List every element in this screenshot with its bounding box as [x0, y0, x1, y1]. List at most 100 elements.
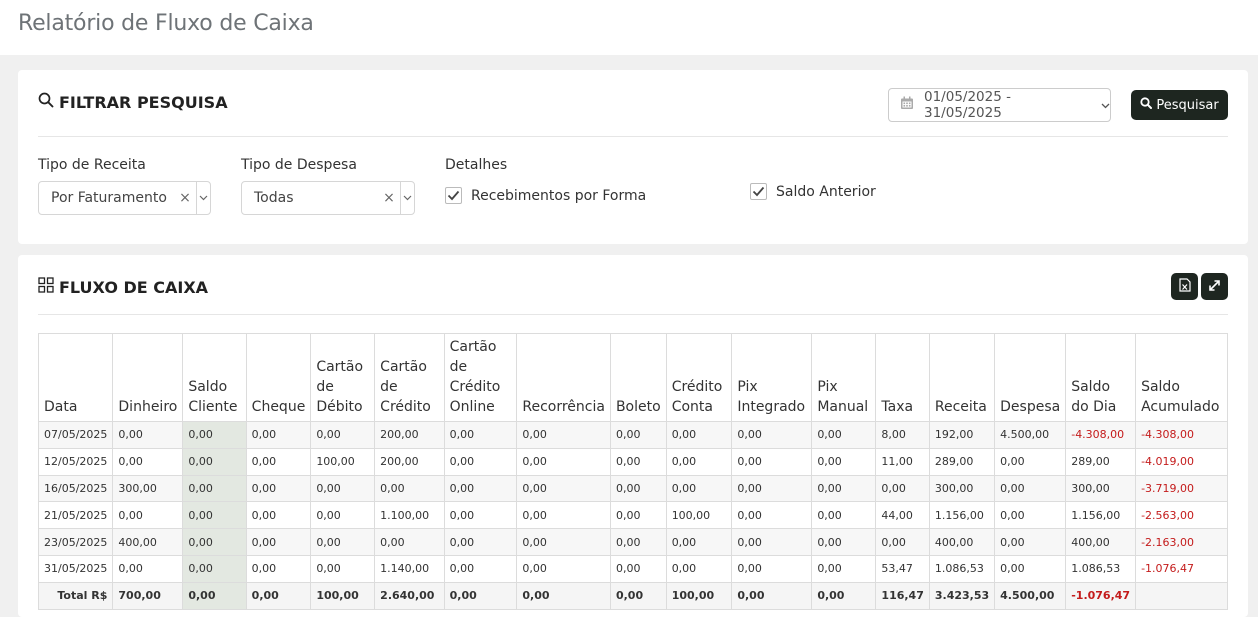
- column-header-line: de: [316, 379, 334, 395]
- table-cell: 31/05/2025: [37, 554, 114, 583]
- table-cell: -1.076,47: [1135, 554, 1228, 583]
- table-cell: 0,00: [609, 581, 667, 610]
- table-cell: 0,00: [182, 501, 247, 530]
- column-header-line: Online: [449, 399, 495, 415]
- table-cell: 0,00: [665, 447, 733, 476]
- table-cell: 0,00: [182, 421, 247, 449]
- table-cell: 0,00: [443, 501, 518, 530]
- table-cell: 400,00: [928, 528, 996, 556]
- column-header: Cartão de Crédito Online: [443, 333, 518, 422]
- table-cell: 2.640,00: [374, 581, 445, 610]
- table-cell: -3.719,00: [1135, 474, 1228, 503]
- recebimentos-label: Recebimentos por Forma: [471, 187, 647, 204]
- column-header: Saldo Cliente: [182, 333, 247, 422]
- column-header-line: Débito: [316, 399, 363, 415]
- column-header-line: Cheque: [251, 399, 306, 415]
- table-cell: [1135, 581, 1228, 610]
- chevron-down-icon: [1101, 97, 1110, 113]
- table-cell: 3.423,53: [928, 581, 996, 610]
- table-cell: 0,00: [374, 474, 445, 503]
- recebimentos-checkbox[interactable]: Recebimentos por Forma: [445, 187, 646, 204]
- column-header-line: do Dia: [1071, 399, 1117, 415]
- column-header-line: Cartão de: [449, 339, 497, 375]
- column-header: Despesa: [994, 333, 1067, 422]
- table-cell: 0,00: [665, 474, 733, 503]
- table-cell: 12/05/2025: [37, 447, 114, 476]
- column-header: Cartão de Crédito: [374, 333, 445, 422]
- table-cell: 0,00: [245, 581, 312, 610]
- table-cell: 0,00: [811, 447, 877, 476]
- grid-icon: [38, 277, 54, 297]
- chevron-down-icon[interactable]: [197, 195, 210, 201]
- column-header: Cheque: [245, 333, 312, 422]
- table-cell: 0,00: [516, 447, 611, 476]
- table-cell: 0,00: [443, 474, 518, 503]
- column-header-line: Conta: [671, 399, 713, 415]
- table-cell: 23/05/2025: [37, 528, 114, 556]
- table-cell: 53,47: [875, 554, 930, 583]
- table-cell: 0,00: [665, 554, 733, 583]
- table-cell: 0,00: [516, 581, 611, 610]
- table-cell: 0,00: [112, 501, 184, 530]
- table-cell: 0,00: [731, 421, 813, 449]
- table-cell: 300,00: [928, 474, 996, 503]
- table-cell: 0,00: [731, 554, 813, 583]
- table-row: 23/05/2025 400,00 0,00 0,00 0,00 0,00 0,00 0,00…: [37, 528, 1228, 556]
- table-cell: 0,00: [811, 581, 877, 610]
- table-cell: 100,00: [665, 581, 733, 610]
- saldo-anterior-checkbox[interactable]: Saldo Anterior: [750, 183, 876, 200]
- receita-type-select[interactable]: Por Faturamento ×: [38, 181, 211, 215]
- checkbox-checked-icon[interactable]: [445, 187, 462, 204]
- table-cell: 0,00: [310, 554, 376, 583]
- table-cell: 0,00: [731, 528, 813, 556]
- excel-export-button[interactable]: [1171, 273, 1198, 300]
- chevron-down-icon[interactable]: [401, 195, 414, 201]
- table-cell: 0,00: [609, 421, 667, 449]
- table-cell: 0,00: [609, 474, 667, 503]
- table-row: 31/05/2025 0,00 0,00 0,00 0,00 1.140,00 0,00 0,…: [37, 554, 1228, 583]
- table-cell: 400,00: [112, 528, 184, 556]
- table-cell: 0,00: [731, 501, 813, 530]
- table-cell: 0,00: [731, 474, 813, 503]
- column-header-line: de: [380, 379, 398, 395]
- column-header-line: Dinheiro: [118, 399, 178, 415]
- column-header-line: Cartão: [380, 359, 427, 375]
- cash-flow-card: FLUXO DE CAIXA Data Dinheiro Saldo Cliente C…: [18, 255, 1248, 617]
- saldo-anterior-label: Saldo Anterior: [776, 183, 876, 200]
- table-cell: 0,00: [443, 554, 518, 583]
- table-cell: 192,00: [928, 421, 996, 449]
- despesa-type-label: Tipo de Despesa: [241, 157, 357, 173]
- table-cell: 21/05/2025: [37, 501, 114, 530]
- table-cell: 0,00: [310, 474, 376, 503]
- table-cell: 0,00: [443, 447, 518, 476]
- checkbox-checked-icon[interactable]: [750, 183, 767, 200]
- table-cell: 200,00: [374, 447, 445, 476]
- table-cell: 07/05/2025: [37, 421, 114, 449]
- table-cell: 700,00: [112, 581, 184, 610]
- search-button[interactable]: Pesquisar: [1131, 90, 1228, 120]
- date-range-picker[interactable]: 01/05/2025 - 31/05/2025: [888, 88, 1111, 122]
- search-icon: [1140, 97, 1153, 113]
- filter-card: FILTRAR PESQUISA 01/05/2025 - 31/05/2025…: [18, 70, 1248, 244]
- clear-icon[interactable]: ×: [174, 190, 196, 206]
- column-header-line: Integrado: [737, 399, 806, 415]
- expand-button[interactable]: [1201, 273, 1228, 300]
- table-cell: -4.308,00: [1065, 421, 1137, 449]
- top-bar: Relatório de Fluxo de Caixa: [0, 0, 1258, 55]
- column-header-line: Crédito: [380, 399, 431, 415]
- column-header-line: Manual: [817, 399, 869, 415]
- column-header-line: Saldo: [1071, 379, 1111, 395]
- excel-export-icon: [1178, 277, 1191, 296]
- date-range-value: 01/05/2025 - 31/05/2025: [924, 89, 1011, 121]
- clear-icon[interactable]: ×: [378, 190, 400, 206]
- table-cell: 0,00: [182, 528, 247, 556]
- table-cell: 1.086,53: [1065, 554, 1137, 583]
- table-cell: 0,00: [811, 528, 877, 556]
- table-cell: 0,00: [665, 528, 733, 556]
- table-cell: 400,00: [1065, 528, 1137, 556]
- table-cell: 0,00: [310, 501, 376, 530]
- despesa-type-select[interactable]: Todas ×: [241, 181, 415, 215]
- column-header-line: Crédito: [671, 379, 723, 395]
- table-cell: 200,00: [374, 421, 445, 449]
- table-cell: 0,00: [516, 474, 611, 503]
